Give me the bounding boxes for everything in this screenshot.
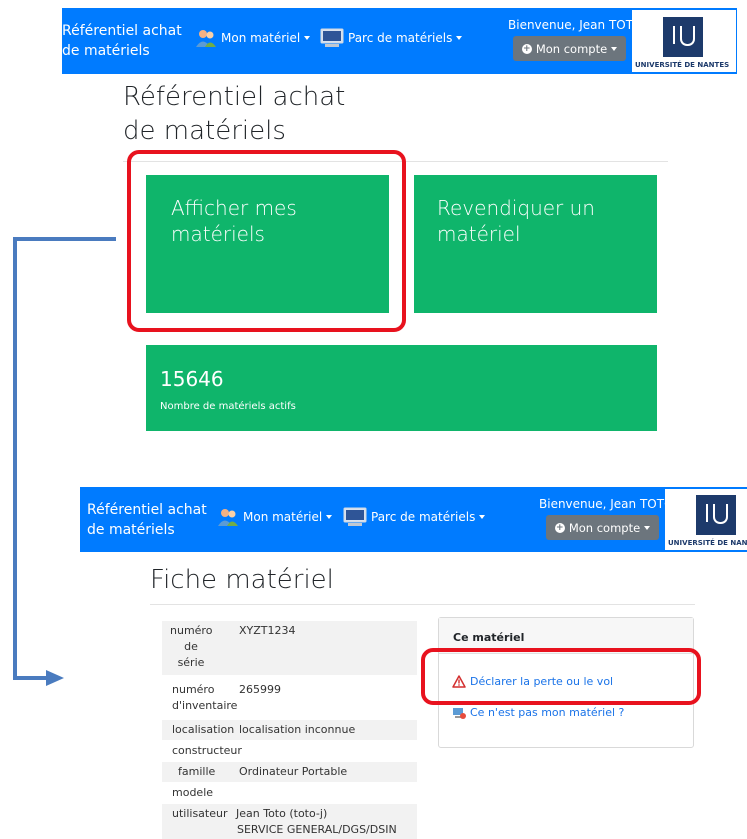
field-row-constructeur: constructeur (162, 741, 417, 761)
account-button-label: Mon compte (568, 520, 641, 535)
brand-line-1: Référentiel achat (87, 502, 207, 518)
field-value: XYZT1234 (239, 624, 296, 637)
logo-mark (696, 495, 736, 535)
account-button[interactable]: + Mon compte (546, 515, 659, 540)
plus-circle-icon: + (554, 522, 565, 533)
chevron-down-icon (479, 515, 486, 519)
menu-mon-materiel[interactable]: Mon matériel (217, 507, 333, 527)
menu-parc[interactable]: Parc de matériels (343, 507, 486, 527)
chevron-down-icon (326, 515, 333, 519)
navbar-brand[interactable]: Référentiel achat de matériels (87, 500, 207, 540)
field-label: numéro d'inventaire (172, 683, 238, 712)
logo-text: UNIVERSITÉ DE NANTES (668, 539, 747, 547)
field-label: numéro de série (170, 624, 213, 669)
bottom-navbar: Référentiel achat de matériels Mon matér… (80, 487, 747, 552)
field-label: utilisateur (172, 807, 228, 820)
field-row-numero-inventaire: numéro d'inventaire 265999 (162, 680, 417, 716)
field-label: famille (178, 765, 216, 778)
fiche-divider (150, 604, 695, 605)
field-label: modele (172, 786, 214, 799)
field-label: constructeur (172, 744, 242, 757)
field-label: localisation (172, 723, 235, 736)
utilisateur-name: Jean Toto (toto-j) (236, 807, 328, 820)
not-my-equipment-link[interactable]: Ce n'est pas mon matériel ? (452, 706, 624, 719)
field-row-localisation: localisation localisation inconnue (162, 720, 417, 740)
field-row-utilisateur: utilisateur Jean Toto (toto-j) SERVICE G… (162, 804, 417, 839)
field-value: Jean Toto (toto-j) SERVICE GENERAL/DGS/D… (236, 806, 397, 838)
chevron-down-icon (644, 525, 651, 530)
field-row-numero-serie: numéro de série XYZT1234 (162, 621, 417, 675)
field-value: 265999 (239, 683, 281, 696)
users-icon (218, 509, 238, 526)
brand-line-2: de matériels (87, 522, 175, 538)
computer-icon (453, 707, 466, 719)
menu-mon-materiel-label: Mon matériel (243, 510, 323, 524)
field-row-modele: modele (162, 783, 417, 803)
utilisateur-service: SERVICE GENERAL/DGS/DSIN (237, 823, 397, 836)
fiche-title: Fiche matériel (150, 565, 334, 595)
field-row-famille: famille Ordinateur Portable (162, 762, 417, 782)
field-value: Ordinateur Portable (239, 765, 348, 778)
menu-parc-label: Parc de matériels (371, 510, 476, 524)
welcome-text: Bienvenue, Jean TOTO (539, 497, 674, 511)
university-logo: UNIVERSITÉ DE NANTES (665, 489, 747, 550)
computer-icon (343, 507, 367, 526)
field-value: localisation inconnue (239, 723, 356, 736)
not-my-equipment-label: Ce n'est pas mon matériel ? (470, 706, 625, 719)
highlight-declare (421, 648, 701, 705)
